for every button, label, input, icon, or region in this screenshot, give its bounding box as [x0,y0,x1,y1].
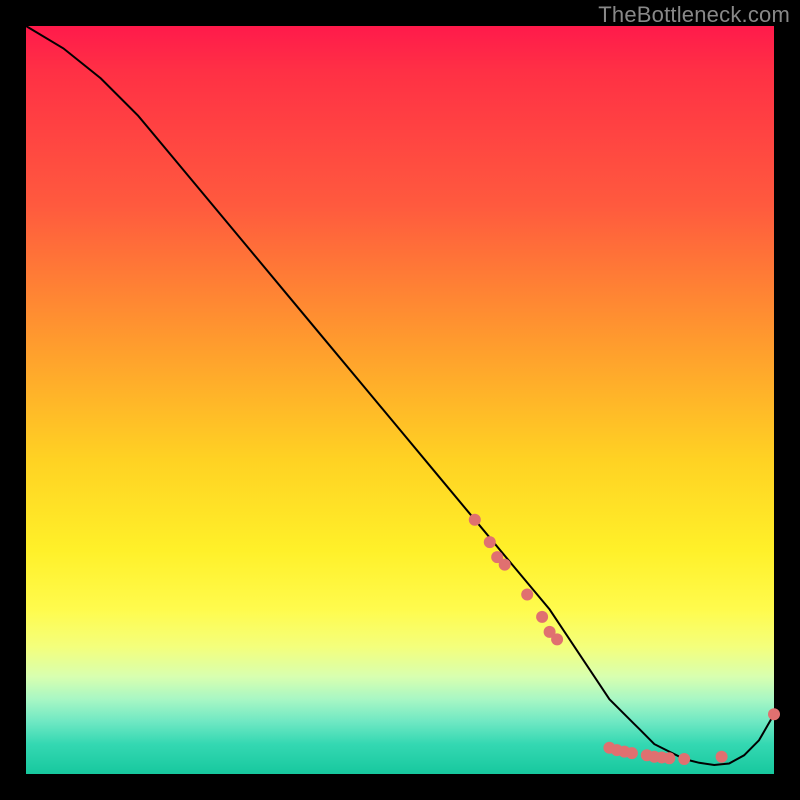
data-marker [469,514,481,526]
data-marker [536,611,548,623]
data-marker [626,747,638,759]
chart-stage: TheBottleneck.com [0,0,800,800]
data-marker [499,559,511,571]
plot-svg [26,26,774,774]
data-marker [521,589,533,601]
plot-area [26,26,774,774]
data-marker [716,751,728,763]
data-marker [768,708,780,720]
data-marker [678,753,690,765]
data-marker [663,752,675,764]
data-marker [484,536,496,548]
data-marker [551,633,563,645]
watermark-text: TheBottleneck.com [598,2,790,28]
bottleneck-curve [26,26,774,765]
data-markers [469,514,780,765]
